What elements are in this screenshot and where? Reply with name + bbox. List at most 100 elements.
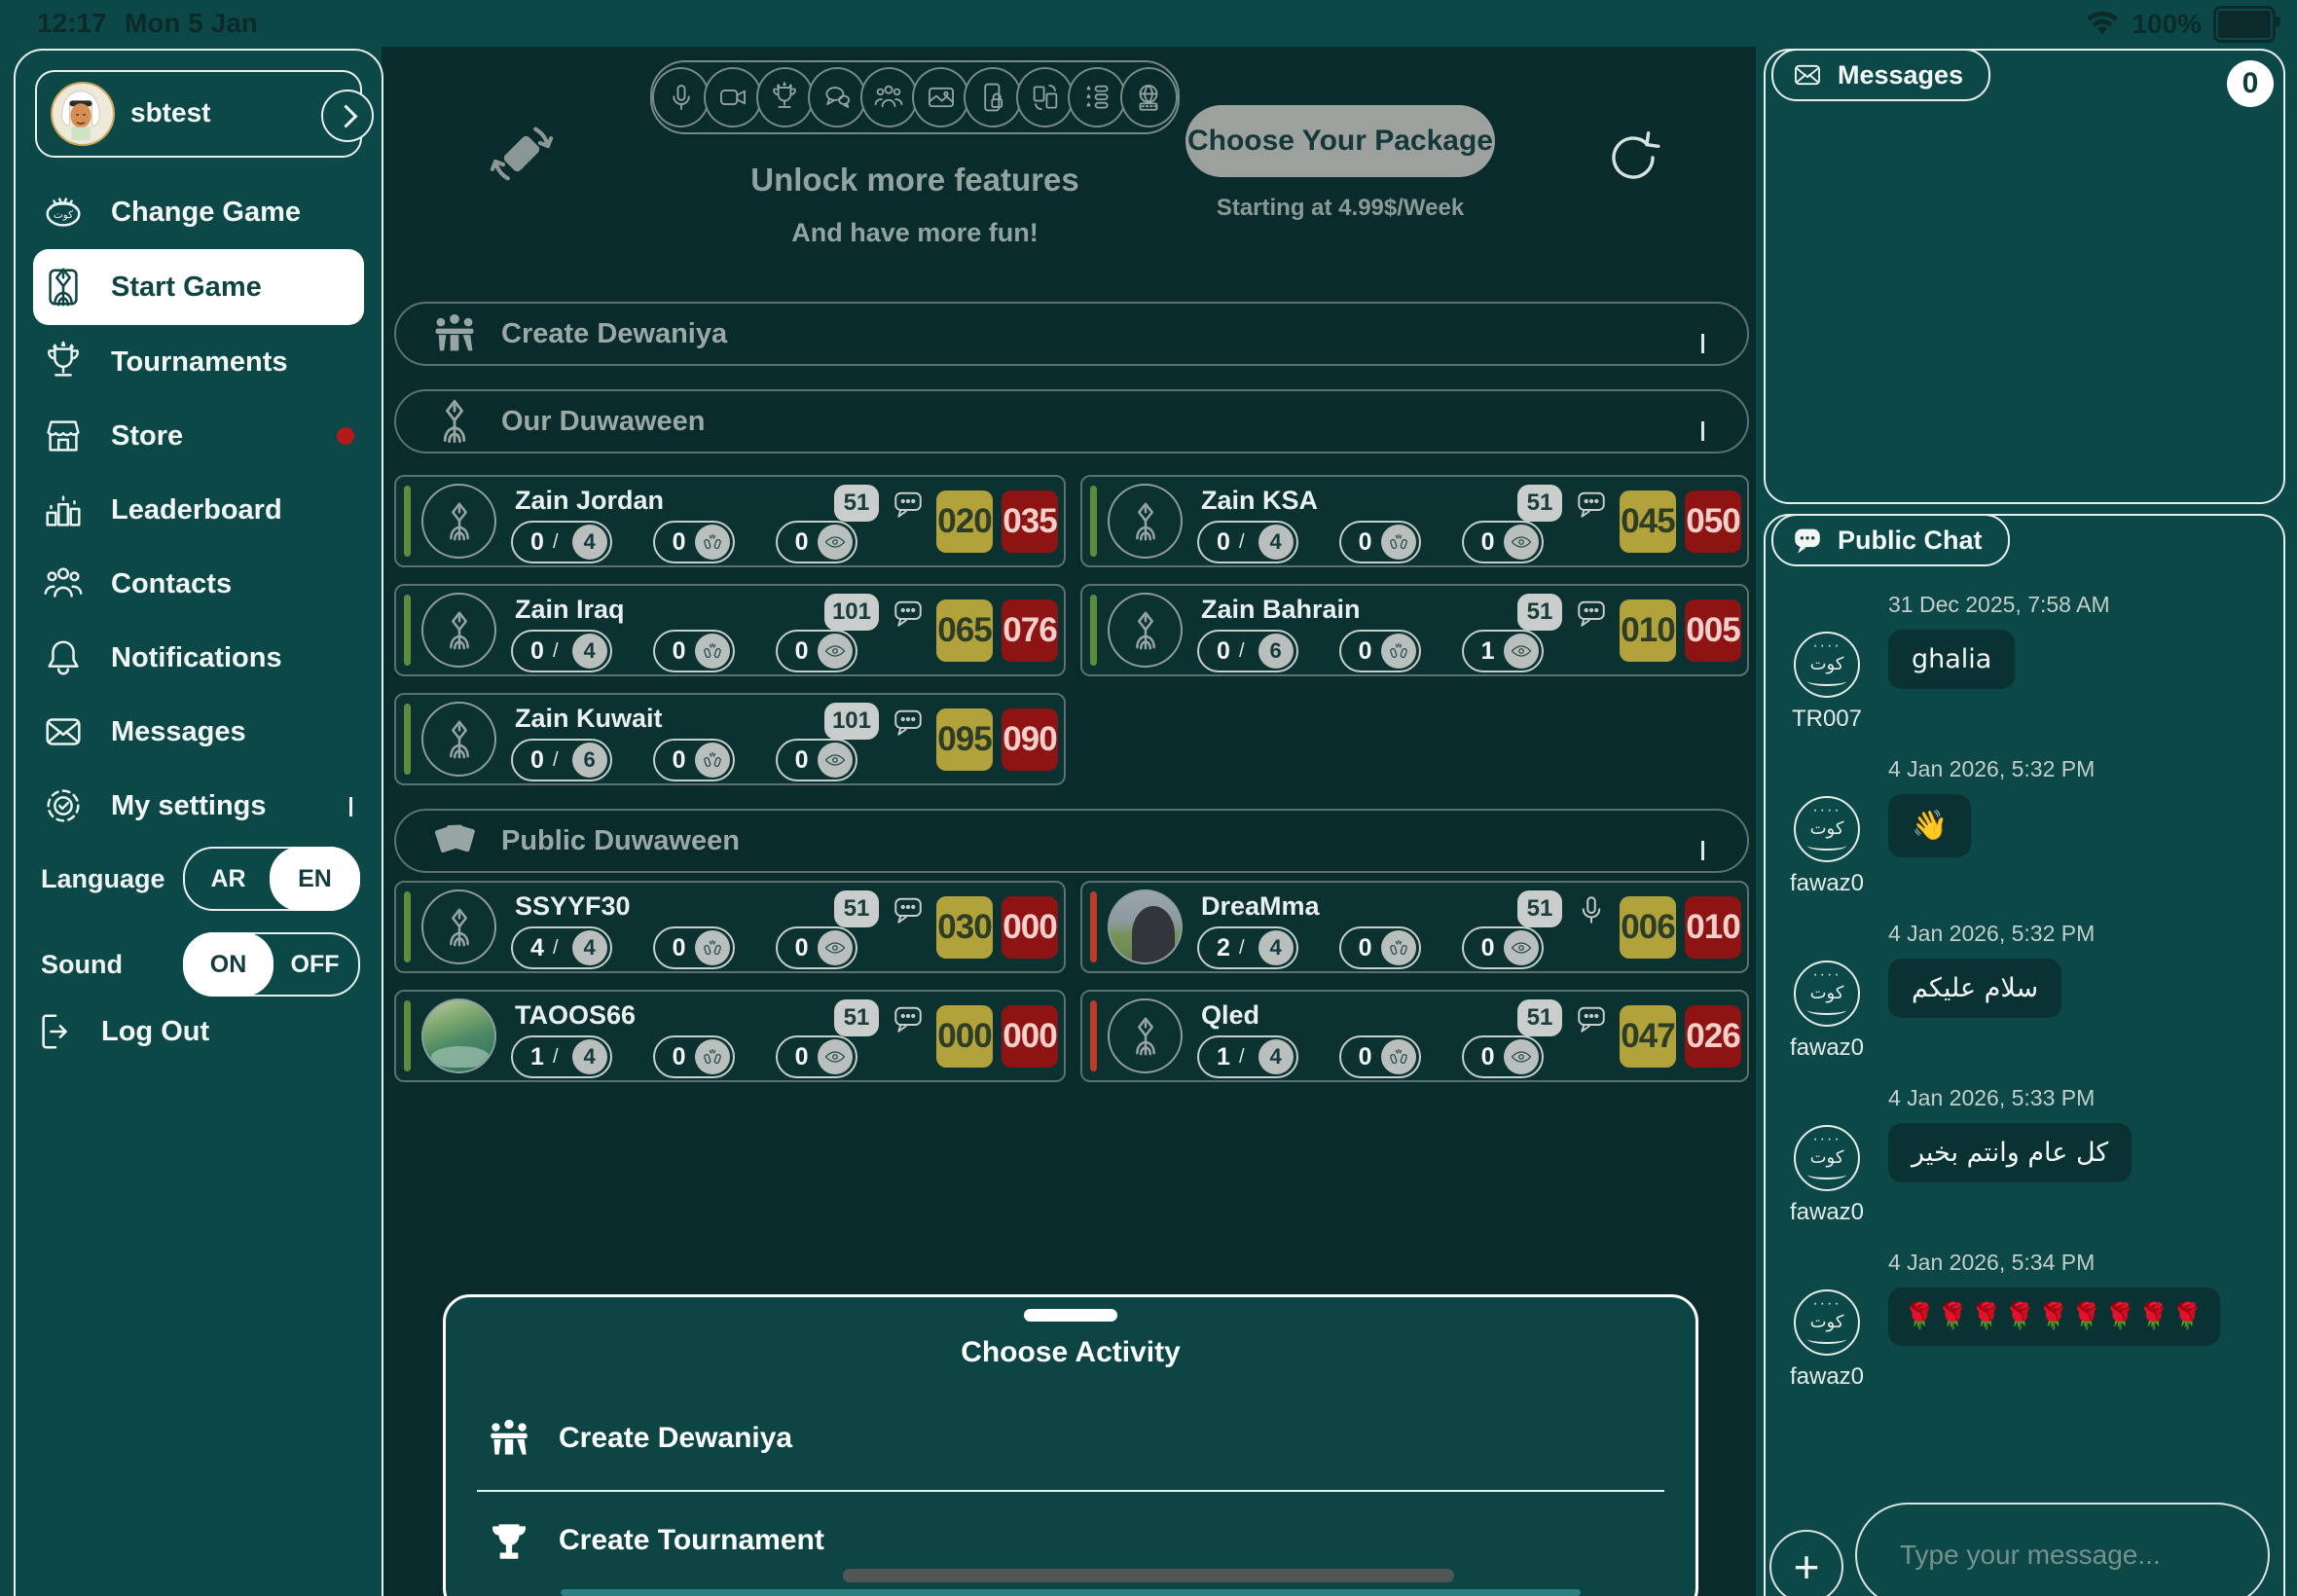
globe-icon bbox=[1120, 67, 1178, 127]
sidebar-item-leaderboard[interactable]: Leaderboard bbox=[16, 473, 382, 547]
sound-option-on[interactable]: ON bbox=[183, 932, 273, 997]
eye-icon bbox=[818, 1039, 853, 1074]
sidebar-item-tournaments[interactable]: Tournaments bbox=[16, 325, 382, 399]
room-name: SSYYF30 bbox=[515, 891, 631, 922]
game-target-badge: 51 bbox=[1517, 890, 1562, 927]
section-title: Public Duwaween bbox=[501, 825, 740, 857]
room-chat-icon[interactable] bbox=[1574, 1001, 1609, 1036]
chevron-down-icon[interactable] bbox=[1701, 421, 1704, 439]
modal-scroll-indicator[interactable] bbox=[561, 1589, 1581, 1596]
room-avatar bbox=[421, 484, 496, 559]
score-team2: 050 bbox=[1685, 490, 1741, 553]
modal-option-create-dewaniya[interactable]: Create Dewaniya bbox=[485, 1404, 1657, 1472]
message-bubble: كل عام وانتم بخير bbox=[1888, 1123, 2132, 1182]
room-cheers-pill: 0 bbox=[653, 630, 735, 672]
kout-logo-icon: كوت bbox=[41, 190, 86, 235]
choose-package-button[interactable]: Choose Your Package bbox=[1185, 105, 1495, 177]
game-target-badge: 51 bbox=[1517, 485, 1562, 522]
logout-button[interactable]: Log Out bbox=[35, 1009, 209, 1054]
sound-option-off[interactable]: OFF bbox=[272, 934, 358, 995]
package-price-note: Starting at 4.99$/Week bbox=[1185, 195, 1495, 222]
messages-panel-header[interactable]: Messages bbox=[1771, 49, 1990, 101]
message-bubble: 🌹🌹🌹🌹🌹🌹🌹🌹🌹 bbox=[1888, 1288, 2220, 1346]
message-timestamp: 4 Jan 2026, 5:33 PM bbox=[1888, 1085, 2283, 1111]
refresh-button[interactable] bbox=[1602, 127, 1664, 189]
room-card-zain-kuwait[interactable]: Zain Kuwait 0/6 0 0 101 095090 bbox=[394, 693, 1066, 785]
room-players-pill: 1/4 bbox=[511, 1035, 612, 1078]
room-card-zain-bahrain[interactable]: Zain Bahrain 0/6 0 1 51 010005 bbox=[1080, 584, 1749, 676]
language-toggle[interactable]: AR EN bbox=[183, 847, 360, 911]
room-chat-icon[interactable] bbox=[891, 892, 926, 927]
cards-swap-icon bbox=[1016, 67, 1074, 127]
chat-message-input[interactable] bbox=[1855, 1503, 2270, 1596]
public-duwaween-list: SSYYF30 4/4 0 0 51 030000 DreaMma 2/4 0 … bbox=[394, 881, 1749, 1082]
score-team1: 095 bbox=[936, 708, 993, 771]
sound-setting-row: Sound ON OFF bbox=[16, 934, 382, 995]
sidebar-item-store[interactable]: Store bbox=[16, 399, 382, 473]
home-indicator[interactable] bbox=[843, 1569, 1454, 1582]
room-mic-icon[interactable] bbox=[1574, 892, 1609, 927]
room-accent-bar bbox=[404, 1000, 411, 1071]
room-card-dreamma[interactable]: DreaMma 2/4 0 0 51 006010 bbox=[1080, 881, 1749, 973]
store-icon bbox=[41, 414, 86, 458]
sidebar-item-change-game[interactable]: كوت Change Game bbox=[16, 175, 382, 249]
message-bubble: سلام عليكم bbox=[1888, 959, 2061, 1018]
sidebar-item-contacts[interactable]: Contacts bbox=[16, 547, 382, 621]
chevron-up-icon[interactable] bbox=[1701, 334, 1704, 351]
room-chat-icon[interactable] bbox=[891, 596, 926, 631]
room-accent-bar bbox=[1090, 1000, 1097, 1071]
cheers-icon bbox=[695, 525, 730, 560]
room-name: Zain Bahrain bbox=[1201, 595, 1361, 625]
avatar[interactable]: كوت bbox=[1794, 632, 1860, 698]
score-team1: 030 bbox=[936, 896, 993, 959]
room-spectators-pill: 0 bbox=[776, 739, 857, 781]
avatar[interactable]: كوت bbox=[1794, 961, 1860, 1027]
score-team1: 006 bbox=[1620, 896, 1676, 959]
create-dewaniya-section-header[interactable]: Create Dewaniya bbox=[394, 302, 1749, 366]
sidebar-item-notifications[interactable]: Notifications bbox=[16, 621, 382, 695]
room-chat-icon[interactable] bbox=[891, 705, 926, 740]
sidebar-item-messages[interactable]: Messages bbox=[16, 695, 382, 769]
game-target-badge: 101 bbox=[824, 594, 879, 631]
eye-icon bbox=[1504, 525, 1539, 560]
eye-icon bbox=[1504, 634, 1539, 669]
chevron-down-icon[interactable] bbox=[1701, 841, 1704, 858]
room-card-zain-iraq[interactable]: Zain Iraq 0/4 0 0 101 065076 bbox=[394, 584, 1066, 676]
sound-toggle[interactable]: ON OFF bbox=[183, 932, 360, 997]
score-team1: 047 bbox=[1620, 1005, 1676, 1068]
room-card-taoos66[interactable]: TAOOS66 1/4 0 0 51 000000 bbox=[394, 990, 1066, 1082]
room-players-pill: 4/4 bbox=[511, 926, 612, 969]
score-team2: 000 bbox=[1002, 1005, 1058, 1068]
room-card-qled[interactable]: Qled 1/4 0 0 51 047026 bbox=[1080, 990, 1749, 1082]
chevron-up-icon bbox=[349, 797, 352, 815]
sidebar-item-start-game[interactable]: Start Game bbox=[33, 249, 364, 325]
room-card-zain-ksa[interactable]: Zain KSA 0/4 0 0 51 045050 bbox=[1080, 475, 1749, 567]
chat-input-row: + bbox=[1766, 1501, 2283, 1596]
public-chat-header[interactable]: Public Chat bbox=[1771, 514, 2010, 566]
avatar[interactable]: كوت bbox=[1794, 1289, 1860, 1356]
add-attachment-button[interactable]: + bbox=[1769, 1530, 1843, 1596]
language-option-ar[interactable]: AR bbox=[185, 849, 272, 909]
avatar[interactable]: كوت bbox=[1794, 796, 1860, 862]
room-chat-icon[interactable] bbox=[891, 487, 926, 522]
sidebar-item-my-settings[interactable]: My settings bbox=[16, 769, 382, 843]
room-chat-icon[interactable] bbox=[891, 1001, 926, 1036]
envelope-icon bbox=[41, 709, 86, 754]
modal-option-create-tournament[interactable]: Create Tournament bbox=[485, 1506, 1657, 1575]
room-chat-icon[interactable] bbox=[1574, 487, 1609, 522]
room-name: DreaMma bbox=[1201, 891, 1320, 922]
room-card-zain-jordan[interactable]: Zain Jordan 0/4 0 0 51 020035 bbox=[394, 475, 1066, 567]
room-name: Zain KSA bbox=[1201, 486, 1318, 516]
score-team2: 005 bbox=[1685, 599, 1741, 662]
public-duwaween-section-header[interactable]: Public Duwaween bbox=[394, 809, 1749, 873]
room-chat-icon[interactable] bbox=[1574, 596, 1609, 631]
drag-handle[interactable] bbox=[1024, 1309, 1117, 1322]
our-duwaween-section-header[interactable]: Our Duwaween bbox=[394, 389, 1749, 453]
user-profile-card[interactable]: sbtest bbox=[35, 70, 362, 158]
avatar[interactable]: كوت bbox=[1794, 1125, 1860, 1191]
profile-expand-button[interactable] bbox=[321, 90, 374, 142]
room-accent-bar bbox=[404, 486, 411, 557]
message-timestamp: 31 Dec 2025, 7:58 AM bbox=[1888, 592, 2283, 618]
room-card-ssyyf30[interactable]: SSYYF30 4/4 0 0 51 030000 bbox=[394, 881, 1066, 973]
language-option-en[interactable]: EN bbox=[270, 847, 360, 911]
